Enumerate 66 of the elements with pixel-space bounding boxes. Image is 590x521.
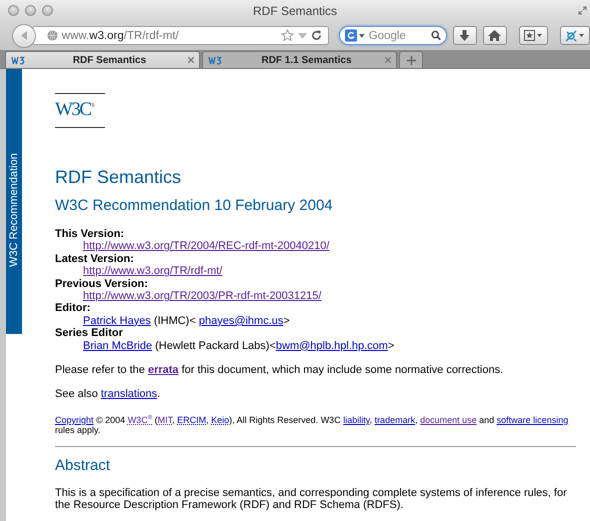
zoom-window-button[interactable] [42,5,53,16]
close-icon[interactable] [385,57,391,63]
bookmarks-icon [524,30,542,41]
field-value: Brian McBride (Hewlett Packard Labs)<bwm@hplb.hpl.hp.com> [83,340,394,352]
page-title: RDF Semantics [55,166,182,188]
download-button[interactable] [453,26,477,45]
favicon-icon [208,56,222,64]
link[interactable]: trademark [374,414,416,425]
link[interactable]: translations [100,388,158,400]
search-icon[interactable] [430,30,441,41]
link[interactable]: Patrick Hayes [83,314,151,327]
addon-icon [565,30,586,42]
section-heading: Abstract [55,456,112,475]
globe-icon [46,30,58,41]
minimize-window-button[interactable] [25,5,36,16]
window-title: RDF Semantics [252,4,338,18]
plus-icon [406,56,416,64]
field-value: Patrick Hayes (IHMC)< phayes@ihmc.us> [83,314,290,327]
abbr-link[interactable]: Keio [211,414,230,425]
link[interactable]: errata [148,364,179,376]
copyright-notice: Copyright © 2004 W3C$^{®}$ (MIT, ERCIM, Keio), All Rights Reserved. W3C liability, trademark, document use and software licensing rules apply. [55,414,570,435]
page-subtitle: W3C Recommendation 10 February 2004 [55,197,334,215]
field-label: This Version: [55,228,126,240]
url-text: www.w3.org/TR/rdf-mt/ [62,30,179,42]
download-icon [459,30,470,42]
abbr-link[interactable]: ERCIM [177,414,206,425]
link[interactable]: http://www.w3.org/TR/rdf-mt/ [83,265,222,278]
link[interactable]: software licensing [496,414,568,425]
paragraph: Please refer to the errata for this document, which may include some normative corrections. [55,364,504,376]
back-button[interactable] [12,24,36,48]
favicon-icon [11,56,25,64]
paragraph: This is a specification of a precise semantics, and corresponding complete systems of inference rules, for the Resource Description Framework (RDF) and RDF Schema (RDFS). [55,486,568,512]
bookmarks-button[interactable] [518,26,548,45]
abbr-link[interactable]: W3C$^{®}$ [128,414,152,425]
abbr-link[interactable]: MIT [158,414,172,425]
link[interactable]: http://www.w3.org/TR/2003/PR-rdf-mt-20031215/ [83,290,322,302]
address-bar[interactable]: www.w3.org/TR/rdf-mt/ [32,26,329,45]
browser-tab[interactable]: RDF 1.1 Semantics [202,51,397,68]
field-label: Series Editor [55,327,124,340]
field-label: Latest Version: [55,252,135,266]
link[interactable]: document use [420,414,477,425]
paragraph: See also translations. [55,388,162,401]
home-icon [488,30,502,41]
dropdown-icon[interactable] [359,34,365,38]
field-label: Previous Version: [55,278,149,290]
link[interactable]: phayes@ihmc.us [198,314,284,327]
field-label: Editor: [55,302,92,315]
back-arrow-icon [18,30,29,41]
star-icon[interactable] [281,29,294,42]
link[interactable]: bwm@hplb.hpl.hp.com [276,340,388,352]
close-icon[interactable] [188,57,194,63]
home-button[interactable] [482,26,507,45]
logo: W3C$^{®}$ [55,93,105,128]
fullscreen-icon[interactable] [578,6,587,15]
search-field[interactable]: Google [366,30,429,42]
browser-tab[interactable]: RDF Semantics [5,51,200,68]
link[interactable]: Brian McBride [83,340,152,352]
new-tab-button[interactable] [399,51,423,68]
status-label: W3C Recommendation [8,152,20,269]
search-bar[interactable]: Google [339,26,447,45]
link[interactable]: Copyright [55,414,94,425]
reload-icon[interactable] [311,30,322,41]
close-window-button[interactable] [8,5,19,16]
link[interactable]: liability [343,414,370,425]
link[interactable]: http://www.w3.org/TR/2004/REC-rdf-mt-20040210/ [83,240,330,252]
addon-button[interactable] [560,26,590,45]
